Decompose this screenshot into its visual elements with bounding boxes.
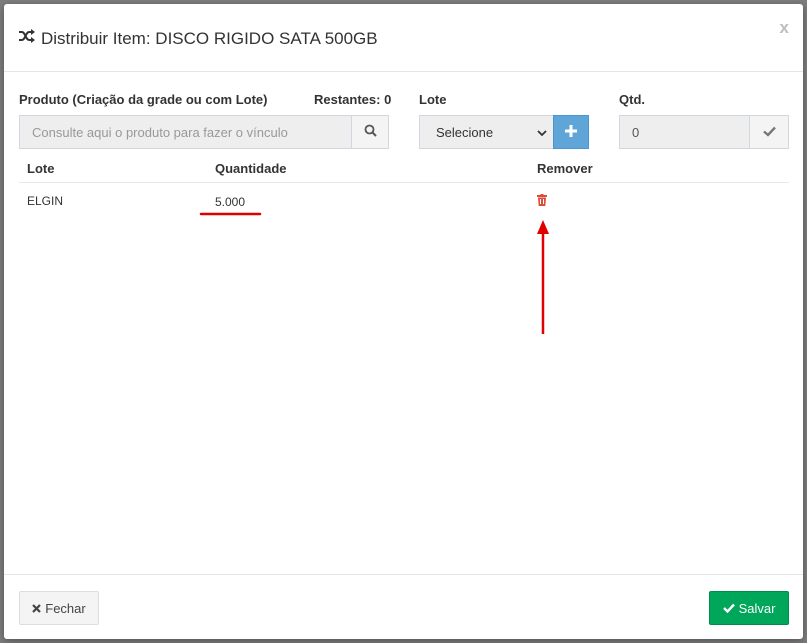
modal-footer: Fechar Salvar <box>4 574 803 639</box>
check-icon <box>722 601 739 616</box>
salvar-label: Salvar <box>738 600 776 616</box>
fechar-button[interactable]: Fechar <box>19 591 99 625</box>
annotation-overlay <box>199 212 549 334</box>
annotation-arrow-head <box>537 220 549 234</box>
salvar-button[interactable]: Salvar <box>709 591 789 625</box>
distribuir-item-modal: Distribuir Item: DISCO RIGIDO SATA 500GB… <box>4 4 803 639</box>
fechar-label: Fechar <box>45 600 86 616</box>
close-icon <box>32 601 45 616</box>
